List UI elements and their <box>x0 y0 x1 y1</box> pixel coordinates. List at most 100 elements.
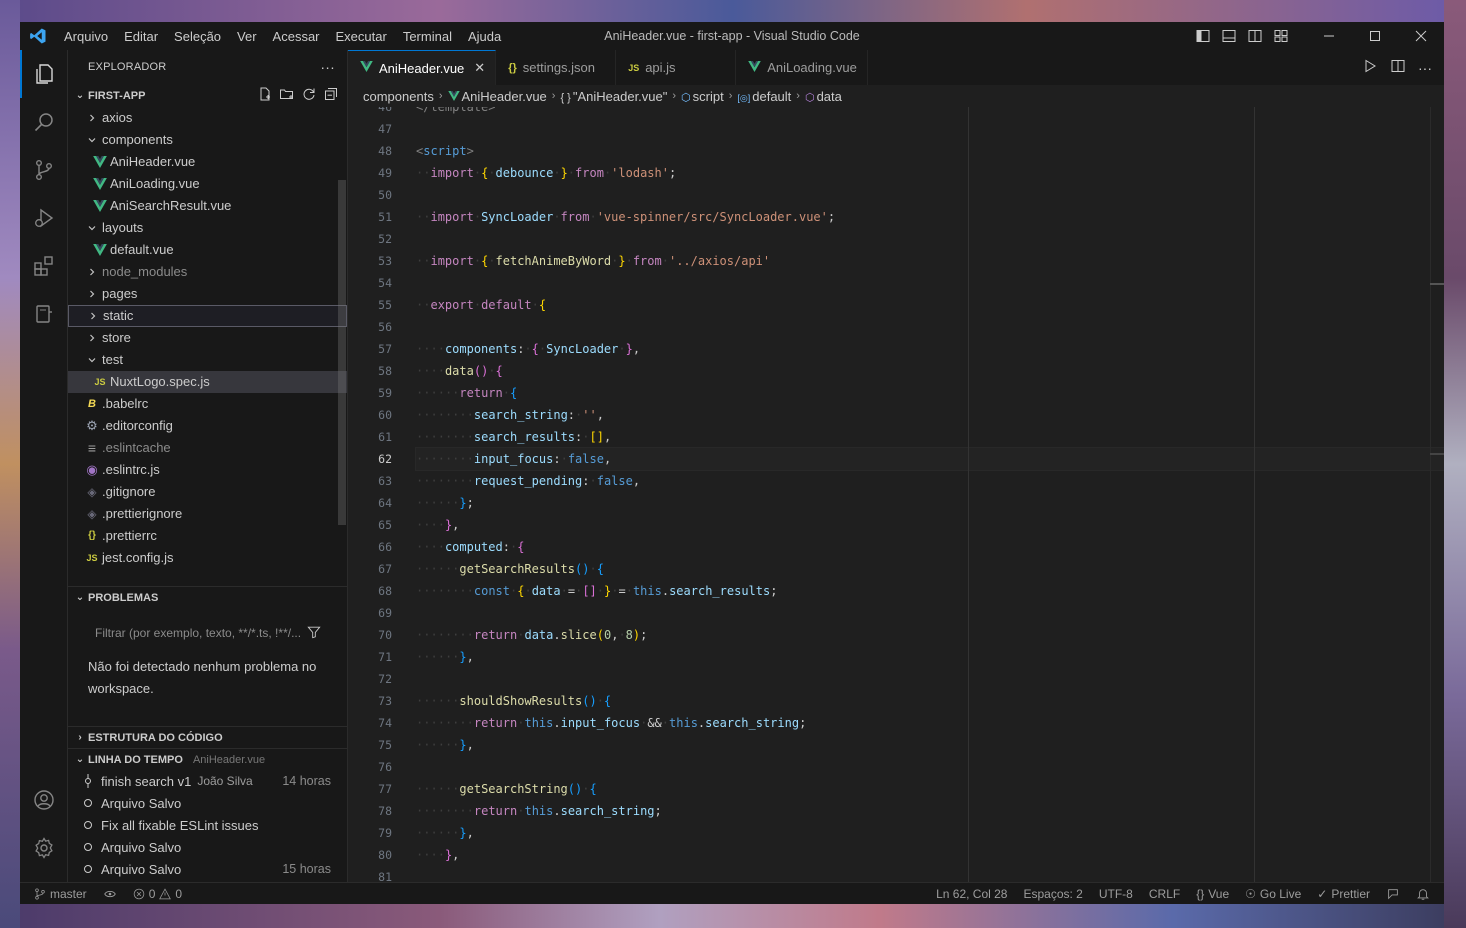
code-line[interactable]: ··import·SyncLoader·from·'vue-spinner/sr… <box>416 206 1444 228</box>
breadcrumb-item[interactable]: ⬡ script <box>681 89 724 104</box>
filter-icon[interactable] <box>307 625 321 642</box>
code-line[interactable]: ········input_focus:·false, <box>415 447 1444 471</box>
code-line[interactable] <box>416 316 1444 338</box>
collapse-all-icon[interactable] <box>323 86 339 105</box>
tab-settings-json[interactable]: {} settings.json <box>496 50 617 85</box>
notifications-bell-icon[interactable] <box>1408 887 1444 901</box>
menu-item-editar[interactable]: Editar <box>116 29 166 44</box>
folder-node-modules[interactable]: node_modules <box>68 261 347 283</box>
code-line[interactable]: ········search_results:·[], <box>416 426 1444 448</box>
code-line[interactable]: ····computed:·{ <box>416 536 1444 558</box>
code-line[interactable]: ········return·data.slice(0,·8); <box>416 624 1444 646</box>
code-line[interactable]: ··import·{·fetchAnimeByWord·}·from·'../a… <box>416 250 1444 272</box>
problems-filter-input[interactable]: Filtrar (por exemplo, texto, **/*.ts, !*… <box>88 620 327 646</box>
code-line[interactable]: ······getSearchString()·{ <box>416 778 1444 800</box>
file--eslintcache[interactable]: ≡ .eslintcache <box>68 437 347 459</box>
toggle-panel-icon[interactable] <box>1216 22 1242 50</box>
folder-store[interactable]: store <box>68 327 347 349</box>
file--prettierignore[interactable]: ◈ .prettierignore <box>68 503 347 525</box>
file-jest-config-js[interactable]: JS jest.config.js <box>68 547 347 569</box>
code-line[interactable] <box>416 184 1444 206</box>
timeline-item[interactable]: Arquivo Salvo 15 horas <box>68 858 347 880</box>
toggle-secondary-sidebar-icon[interactable] <box>1242 22 1268 50</box>
code-line[interactable]: ······}, <box>416 822 1444 844</box>
tab-aniloading-vue[interactable]: AniLoading.vue <box>736 50 868 85</box>
code-line[interactable]: <script> <box>416 140 1444 162</box>
explorer-icon[interactable] <box>19 50 68 98</box>
code-line[interactable]: ······return·{ <box>416 382 1444 404</box>
folder-components[interactable]: components <box>68 129 347 151</box>
maximize-icon[interactable] <box>1352 22 1398 50</box>
settings-gear-icon[interactable] <box>20 824 68 872</box>
extensions-icon[interactable] <box>20 242 68 290</box>
cursor-position[interactable]: Ln 62, Col 28 <box>928 887 1015 901</box>
menu-item-terminal[interactable]: Terminal <box>395 29 460 44</box>
code-line[interactable] <box>416 602 1444 624</box>
encoding[interactable]: UTF-8 <box>1091 887 1141 901</box>
file--eslintrc-js[interactable]: ◉ .eslintrc.js <box>68 459 347 481</box>
code-line[interactable]: ······}, <box>416 646 1444 668</box>
code-line[interactable] <box>416 118 1444 140</box>
code-line[interactable]: </template> <box>416 107 1444 118</box>
problems-status[interactable]: 0 0 <box>125 887 190 901</box>
folder-pages[interactable]: pages <box>68 283 347 305</box>
project-section-header[interactable]: ⌄ FIRST-APP <box>68 85 347 107</box>
new-folder-icon[interactable] <box>279 86 295 105</box>
folder-axios[interactable]: axios <box>68 107 347 129</box>
remote-explorer-icon[interactable] <box>20 290 68 338</box>
feedback-icon[interactable] <box>1378 887 1408 901</box>
run-icon[interactable] <box>1362 58 1378 77</box>
more-actions-icon[interactable]: ··· <box>320 59 335 75</box>
file--editorconfig[interactable]: ⚙ .editorconfig <box>68 415 347 437</box>
close-window-icon[interactable] <box>1398 22 1444 50</box>
new-file-icon[interactable] <box>257 86 273 105</box>
code-line[interactable] <box>416 866 1444 882</box>
menu-item-arquivo[interactable]: Arquivo <box>56 29 116 44</box>
menu-item-acessar[interactable]: Acessar <box>265 29 328 44</box>
customize-layout-icon[interactable] <box>1268 22 1294 50</box>
file-nuxtlogo-spec-js[interactable]: JS NuxtLogo.spec.js <box>68 370 347 393</box>
problems-section-header[interactable]: ⌄ PROBLEMAS <box>68 586 347 608</box>
source-control-icon[interactable] <box>20 146 68 194</box>
close-tab-icon[interactable]: ✕ <box>474 60 485 76</box>
code-line[interactable]: ········return·this.search_string; <box>416 800 1444 822</box>
search-icon[interactable] <box>20 98 68 146</box>
timeline-item[interactable]: Fix all fixable ESLint issues <box>68 814 347 836</box>
code-line[interactable]: ····components:·{·SyncLoader·}, <box>416 338 1444 360</box>
outline-section-header[interactable]: › ESTRUTURA DO CÓDIGO <box>68 726 347 748</box>
code-line[interactable] <box>416 668 1444 690</box>
code-line[interactable]: ······}, <box>416 734 1444 756</box>
menu-item-ajuda[interactable]: Ajuda <box>460 29 509 44</box>
file-aniloading-vue[interactable]: AniLoading.vue <box>68 173 347 195</box>
accounts-icon[interactable] <box>20 776 68 824</box>
breadcrumb-item[interactable]: ⬡ data <box>805 89 842 104</box>
breadcrumb-item[interactable]: { } "AniHeader.vue" <box>560 89 667 104</box>
timeline-item[interactable]: Arquivo Salvo <box>68 792 347 814</box>
file-anisearchresult-vue[interactable]: AniSearchResult.vue <box>68 195 347 217</box>
code-line[interactable]: ········search_string:·'', <box>416 404 1444 426</box>
folder-layouts[interactable]: layouts <box>68 217 347 239</box>
code-line[interactable]: ····}, <box>416 514 1444 536</box>
file--babelrc[interactable]: B .babelrc <box>68 393 347 415</box>
menu-item-executar[interactable]: Executar <box>328 29 395 44</box>
refresh-icon[interactable] <box>301 86 317 105</box>
code-line[interactable]: ······shouldShowResults()·{ <box>416 690 1444 712</box>
code-line[interactable] <box>416 272 1444 294</box>
code-line[interactable] <box>416 228 1444 250</box>
indentation[interactable]: Espaços: 2 <box>1015 887 1090 901</box>
menu-item-ver[interactable]: Ver <box>229 29 265 44</box>
run-debug-icon[interactable] <box>20 194 68 242</box>
breadcrumb-item[interactable]: [◎] default <box>737 89 791 104</box>
breadcrumb-item[interactable]: AniHeader.vue <box>447 89 547 104</box>
tab-api-js[interactable]: JS api.js <box>616 50 737 85</box>
code-line[interactable]: ········request_pending:·false, <box>416 470 1444 492</box>
go-live-button[interactable]: ☉ Go Live <box>1237 887 1309 901</box>
prettier-status[interactable]: ✓ Prettier <box>1309 887 1378 901</box>
menu-item-seleção[interactable]: Seleção <box>166 29 229 44</box>
code-lines[interactable]: </template> <script> ··import·{·debounce·}… <box>415 107 1444 882</box>
breadcrumb-item[interactable]: components <box>363 89 434 104</box>
split-editor-icon[interactable] <box>1390 58 1406 77</box>
code-line[interactable]: ······getSearchResults()·{ <box>416 558 1444 580</box>
tab-aniheader-vue[interactable]: AniHeader.vue ✕ <box>348 50 497 85</box>
timeline-item[interactable]: Arquivo Salvo <box>68 836 347 858</box>
